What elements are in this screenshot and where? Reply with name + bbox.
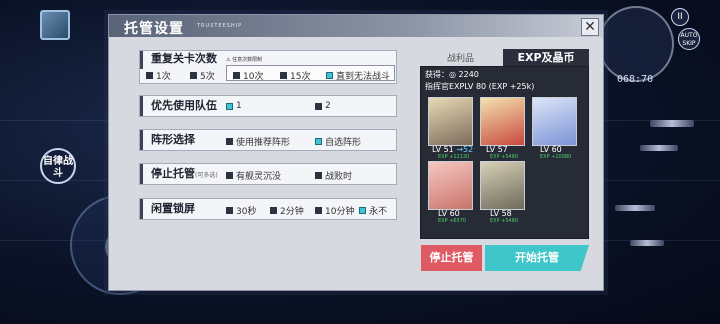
gain-line: 获得：◎ 2240: [425, 70, 479, 79]
repeat-option-15[interactable]: 15次: [280, 69, 310, 82]
commander-avatar[interactable]: [40, 10, 70, 40]
idle-option-30s[interactable]: 30秒: [226, 204, 256, 217]
priority-team-row: 优先使用队伍: [139, 95, 397, 117]
character-card: [480, 161, 525, 210]
repeat-option-10[interactable]: 10次: [233, 69, 263, 82]
close-button[interactable]: ✕: [581, 18, 599, 36]
formation-label: 阵形选择: [140, 130, 195, 150]
repeat-option-1[interactable]: 1次: [146, 69, 171, 82]
card-exp: EXP +10080: [540, 154, 572, 160]
tab-exp-coins[interactable]: EXP及晶币: [503, 49, 589, 67]
card-exp: EXP +6570: [438, 218, 467, 224]
character-card: [428, 97, 473, 146]
dialog-header: 托管设置 TRUSTEESHIP: [109, 15, 603, 37]
commander-exp-line: 指挥官EXPLV 80 (EXP +25k): [425, 82, 535, 91]
formation-option-custom[interactable]: 自选阵形: [315, 135, 361, 148]
repeat-notice: ⚠ 任意次数限制: [226, 57, 263, 63]
repeat-option-5[interactable]: 5次: [190, 69, 215, 82]
card-level: LV 57: [486, 145, 508, 154]
stop-condition-label: 停止托管(可多选): [140, 164, 218, 184]
repeat-option-until-fail[interactable]: 直到无法战斗: [326, 69, 390, 82]
enemy-ship: [650, 120, 694, 127]
character-card: [428, 161, 473, 210]
pause-button[interactable]: II: [671, 8, 689, 26]
repeat-count-label: 重复关卡次数: [140, 51, 217, 69]
card-level: LV 51 →52: [432, 145, 474, 154]
enemy-ship: [615, 205, 655, 211]
team-option-2[interactable]: 2: [315, 101, 331, 111]
tab-loot[interactable]: 战利品: [447, 51, 474, 64]
coin-icon: ◎: [449, 70, 459, 79]
enemy-ship: [640, 145, 678, 151]
idle-lock-label: 闲置锁屏: [140, 199, 195, 219]
dialog-subtitle: TRUSTEESHIP: [197, 23, 243, 29]
dialog-title: 托管设置: [124, 21, 184, 37]
idle-option-10m[interactable]: 10分钟: [315, 204, 354, 217]
card-level: LV 58: [490, 209, 512, 218]
radar-time: 068:70: [617, 74, 654, 85]
card-exp: EXP +12130: [438, 154, 470, 160]
card-exp: EXP +5480: [490, 218, 519, 224]
card-level: LV 60: [540, 145, 562, 154]
enemy-ship: [630, 240, 664, 246]
stop-option-sunk[interactable]: 有舰灵沉没: [226, 169, 281, 182]
radar-minimap: [598, 6, 674, 82]
card-exp: EXP +5480: [490, 154, 519, 160]
card-level: LV 60: [438, 209, 460, 218]
auto-skip-button[interactable]: AUTO SKIP: [678, 28, 700, 50]
idle-option-2m[interactable]: 2分钟: [270, 204, 304, 217]
stop-trusteeship-button[interactable]: 停止托管: [421, 245, 482, 271]
character-card: [532, 97, 577, 146]
formation-option-recommended[interactable]: 使用推荐阵形: [226, 135, 290, 148]
start-trusteeship-button[interactable]: 开始托管: [485, 245, 589, 271]
auto-battle-button[interactable]: 自律战斗: [40, 148, 76, 184]
character-card: [480, 97, 525, 146]
priority-team-label: 优先使用队伍: [140, 96, 217, 116]
idle-option-never[interactable]: 永不: [359, 204, 387, 217]
team-option-1[interactable]: 1: [226, 101, 242, 111]
stop-option-defeat[interactable]: 战败时: [315, 169, 352, 182]
